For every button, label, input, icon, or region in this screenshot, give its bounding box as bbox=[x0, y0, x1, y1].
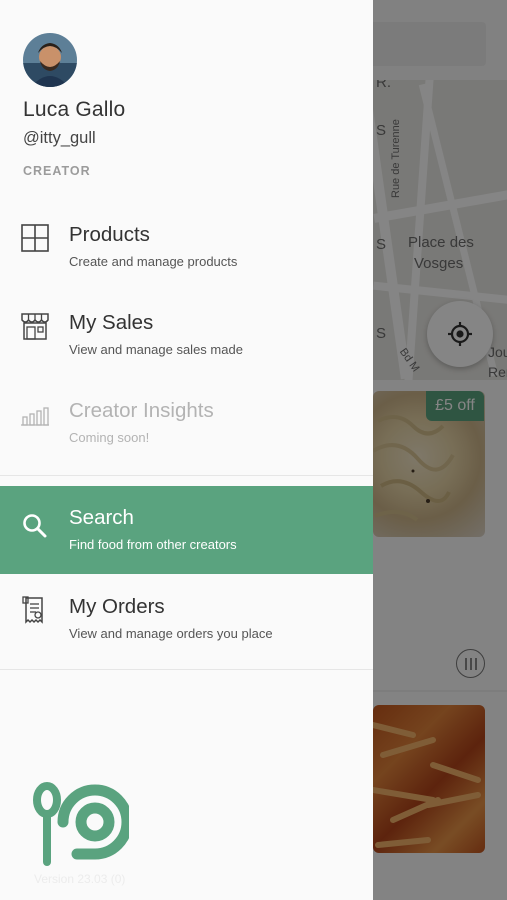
menu-item-creator-insights: Creator Insights Coming soon! bbox=[0, 375, 373, 463]
menu-item-subtitle: View and manage orders you place bbox=[69, 626, 273, 641]
bar-chart-icon bbox=[21, 407, 49, 426]
menu-item-products[interactable]: Products Create and manage products bbox=[0, 199, 373, 287]
app-logo bbox=[33, 782, 129, 866]
grid-icon bbox=[21, 224, 49, 252]
menu-item-subtitle: Coming soon! bbox=[69, 430, 150, 445]
menu-item-title: My Sales bbox=[69, 311, 154, 334]
menu-item-my-sales[interactable]: My Sales View and manage sales made bbox=[0, 287, 373, 375]
menu-item-title: My Orders bbox=[69, 595, 165, 618]
menu-item-title: Creator Insights bbox=[69, 399, 214, 422]
divider bbox=[0, 669, 373, 670]
menu-item-subtitle: View and manage sales made bbox=[69, 342, 243, 357]
shop-icon bbox=[21, 313, 49, 340]
user-role-label: CREATOR bbox=[23, 164, 91, 178]
menu-item-my-orders[interactable]: My Orders View and manage orders you pla… bbox=[0, 571, 373, 659]
navigation-drawer: Luca Gallo @itty_gull CREATOR Products C… bbox=[0, 0, 373, 900]
menu-item-title: Search bbox=[69, 506, 134, 529]
app-version: Version 23.03 (0) bbox=[34, 872, 126, 886]
menu-item-search[interactable]: Search Find food from other creators bbox=[0, 486, 373, 574]
user-handle: @itty_gull bbox=[23, 129, 96, 147]
menu-item-subtitle: Find food from other creators bbox=[69, 537, 237, 552]
divider bbox=[0, 475, 373, 476]
user-name: Luca Gallo bbox=[23, 98, 126, 121]
menu-item-subtitle: Create and manage products bbox=[69, 254, 238, 269]
search-icon bbox=[23, 514, 47, 538]
receipt-icon bbox=[22, 596, 43, 624]
avatar[interactable] bbox=[23, 33, 77, 87]
menu-item-title: Products bbox=[69, 223, 150, 246]
